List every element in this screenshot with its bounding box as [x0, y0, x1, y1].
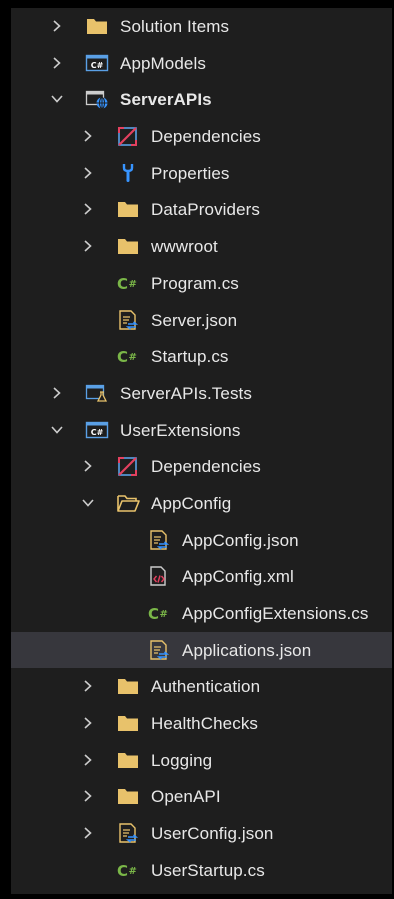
- json-file-icon: [116, 822, 140, 844]
- tree-item-solution-items[interactable]: Solution Items: [11, 8, 392, 45]
- tree-item-label: Properties: [151, 163, 230, 183]
- tree-item-serverapis[interactable]: ServerAPIs: [11, 81, 392, 118]
- folder-icon: [116, 785, 140, 807]
- tree-item-server-json[interactable]: Server.json: [11, 302, 392, 339]
- chevron-right-icon[interactable]: [80, 752, 96, 768]
- tree-item-logging[interactable]: Logging: [11, 742, 392, 779]
- chevron-right-icon[interactable]: [80, 238, 96, 254]
- csharp-project-icon: C#: [85, 52, 109, 74]
- tree-item-label: Logging: [151, 750, 213, 770]
- solution-explorer-tree: Solution Items C# AppModels ServerAPIs D…: [11, 8, 392, 894]
- tree-item-label: Server.json: [151, 310, 238, 330]
- folder-icon: [116, 712, 140, 734]
- chevron-down-icon[interactable]: [49, 422, 65, 438]
- tree-item-label: Solution Items: [120, 17, 230, 36]
- tree-item-openapi[interactable]: OpenAPI: [11, 778, 392, 815]
- tree-item-label: ServerAPIs.Tests: [120, 383, 252, 403]
- folder-icon: [116, 235, 140, 257]
- tree-item-applications-json[interactable]: Applications.json: [11, 631, 392, 669]
- folder-icon: [116, 749, 140, 771]
- tree-item-label: Dependencies: [151, 127, 261, 147]
- wrench-icon: [116, 162, 140, 184]
- tree-item-label: wwwroot: [151, 237, 218, 257]
- tree-item-label: OpenAPI: [151, 787, 221, 807]
- tree-item-label: HealthChecks: [151, 714, 259, 734]
- tree-item-healthchecks[interactable]: HealthChecks: [11, 705, 392, 742]
- tree-item-dependencies[interactable]: Dependencies: [11, 448, 392, 485]
- svg-text:#: #: [129, 279, 137, 290]
- tree-item-dataproviders[interactable]: DataProviders: [11, 191, 392, 228]
- test-project-icon: [85, 382, 109, 404]
- tree-item-dependencies[interactable]: Dependencies: [11, 118, 392, 155]
- tree-item-userconfig-json[interactable]: UserConfig.json: [11, 815, 392, 852]
- folder-icon: [116, 198, 140, 220]
- chevron-down-icon[interactable]: [49, 91, 65, 107]
- dependencies-icon: [116, 125, 140, 147]
- csharp-file-icon: C #: [116, 859, 140, 881]
- chevron-right-icon[interactable]: [80, 788, 96, 804]
- tree-item-label: Program.cs: [151, 273, 239, 293]
- json-file-icon: [116, 309, 140, 331]
- tree-item-label: AppConfig: [151, 493, 232, 513]
- chevron-right-icon[interactable]: [49, 18, 65, 34]
- tree-item-label: AppModels: [120, 53, 206, 73]
- tree-item-userextensions[interactable]: C# UserExtensions: [11, 412, 392, 449]
- svg-text:C#: C#: [91, 61, 104, 70]
- chevron-right-icon[interactable]: [80, 165, 96, 181]
- folder-icon: [85, 15, 109, 37]
- xml-file-icon: [147, 565, 171, 587]
- tree-item-label: ServerAPIs: [120, 90, 212, 110]
- tree-item-serverapis-tests[interactable]: ServerAPIs.Tests: [11, 375, 392, 412]
- json-file-icon: [147, 639, 171, 661]
- tree-item-label: Applications.json: [182, 640, 312, 660]
- tree-item-label: AppConfigExtensions.cs: [182, 604, 369, 623]
- svg-text:#: #: [129, 352, 137, 363]
- chevron-right-icon[interactable]: [80, 201, 96, 217]
- tree-item-userstartup-cs[interactable]: C # UserStartup.cs: [11, 852, 392, 889]
- chevron-right-icon[interactable]: [80, 825, 96, 841]
- svg-text:C: C: [148, 605, 159, 623]
- json-file-icon: [147, 529, 171, 551]
- chevron-right-icon[interactable]: [49, 55, 65, 71]
- tree-item-authentication[interactable]: Authentication: [11, 668, 392, 705]
- tree-item-appconfig-xml[interactable]: AppConfig.xml: [11, 558, 392, 595]
- tree-item-program-cs[interactable]: C # Program.cs: [11, 265, 392, 302]
- tree-item-appconfig[interactable]: AppConfig: [11, 485, 392, 522]
- tree-item-label: UserConfig.json: [151, 824, 274, 844]
- tree-item-label: Startup.cs: [151, 347, 229, 367]
- tree-item-label: AppConfig.json: [182, 530, 299, 550]
- chevron-right-icon[interactable]: [80, 715, 96, 731]
- tree-item-label: UserExtensions: [120, 420, 241, 440]
- svg-text:C#: C#: [91, 428, 104, 437]
- tree-item-appconfig-json[interactable]: AppConfig.json: [11, 522, 392, 559]
- tree-item-properties[interactable]: Properties: [11, 155, 392, 192]
- web-project-icon: [85, 88, 109, 110]
- tree-item-label: Dependencies: [151, 457, 261, 477]
- svg-text:#: #: [160, 609, 168, 620]
- csharp-file-icon: C #: [116, 345, 140, 367]
- tree-item-wwwroot[interactable]: wwwroot: [11, 228, 392, 265]
- tree-item-appmodels[interactable]: C# AppModels: [11, 45, 392, 82]
- tree-item-startup-cs[interactable]: C # Startup.cs: [11, 338, 392, 375]
- tree-item-appconfigextensions-cs[interactable]: C # AppConfigExtensions.cs: [11, 595, 392, 632]
- svg-text:#: #: [129, 866, 137, 877]
- chevron-down-icon[interactable]: [80, 495, 96, 511]
- tree-item-label: Authentication: [151, 677, 261, 697]
- chevron-right-icon[interactable]: [49, 385, 65, 401]
- tree-item-label: UserStartup.cs: [151, 860, 265, 880]
- svg-text:C: C: [117, 275, 128, 293]
- svg-text:C: C: [117, 348, 128, 366]
- chevron-right-icon[interactable]: [80, 458, 96, 474]
- dependencies-icon: [116, 455, 140, 477]
- csharp-project-icon: C#: [85, 419, 109, 441]
- tree-item-label: DataProviders: [151, 200, 261, 220]
- chevron-right-icon[interactable]: [80, 678, 96, 694]
- chevron-right-icon[interactable]: [80, 128, 96, 144]
- folder-open-icon: [116, 492, 140, 514]
- svg-text:C: C: [117, 862, 128, 880]
- folder-icon: [116, 675, 140, 697]
- csharp-file-icon: C #: [116, 272, 140, 294]
- tree-item-label: AppConfig.xml: [182, 567, 294, 587]
- csharp-file-icon: C #: [147, 602, 171, 624]
